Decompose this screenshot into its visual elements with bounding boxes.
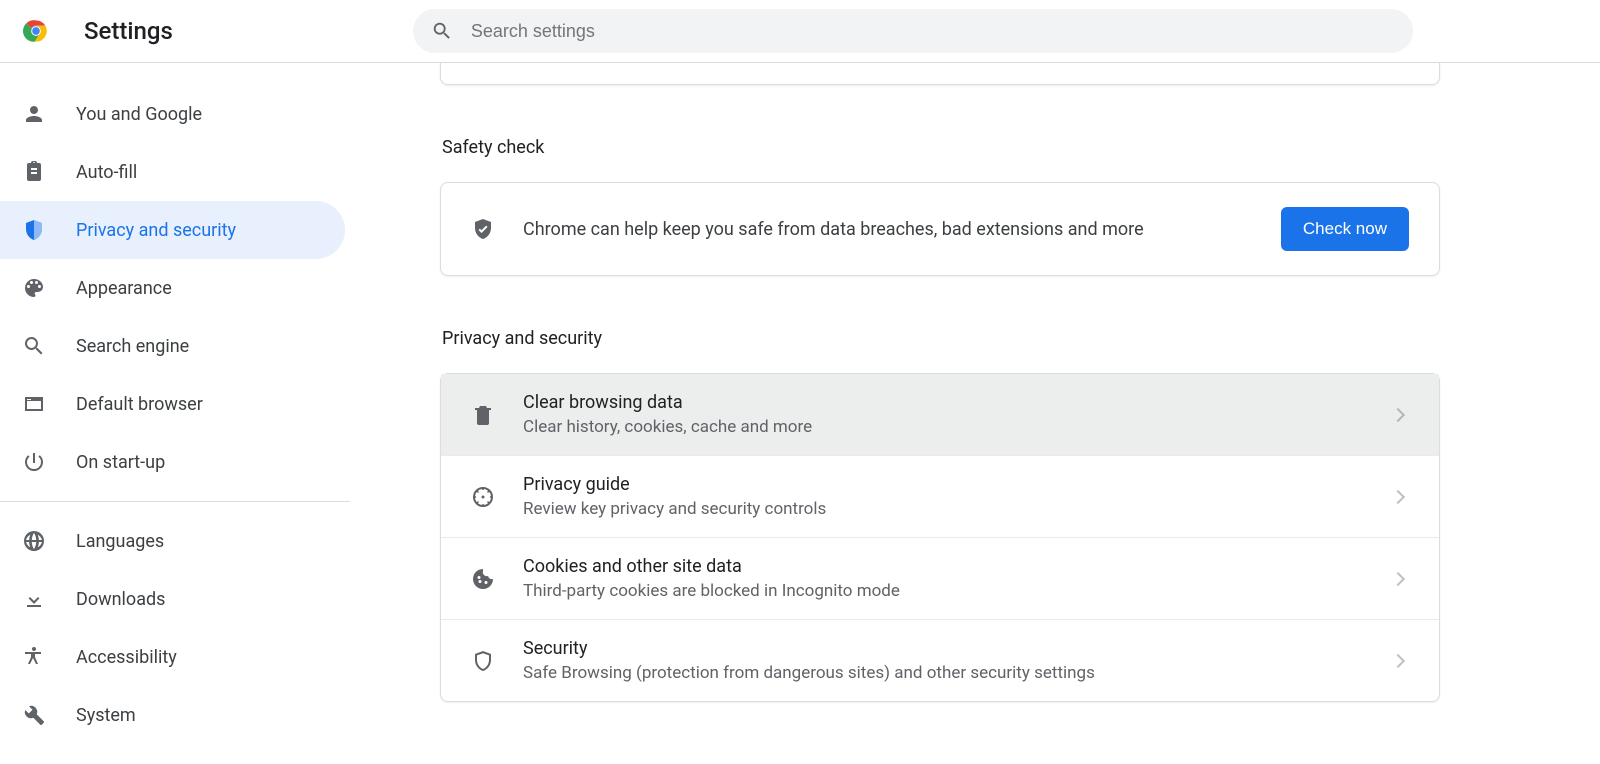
row-title: Privacy guide	[523, 474, 1393, 495]
row-privacy-guide[interactable]: Privacy guide Review key privacy and secu…	[441, 455, 1439, 537]
main-content: Safety check Chrome can help keep you sa…	[350, 63, 1600, 764]
wrench-icon	[22, 703, 46, 727]
section-title-privacy: Privacy and security	[442, 328, 1442, 349]
sidebar-item-label: Auto-fill	[76, 162, 137, 183]
sidebar-item-downloads[interactable]: Downloads	[0, 570, 345, 628]
safety-check-card: Chrome can help keep you safe from data …	[440, 182, 1440, 276]
row-subtitle: Safe Browsing (protection from dangerous…	[523, 663, 1393, 683]
section-title-safety: Safety check	[442, 137, 1442, 158]
cookie-icon	[471, 567, 495, 591]
sidebar-item-label: Privacy and security	[76, 220, 236, 241]
person-icon	[22, 102, 46, 126]
shield-check-icon	[471, 217, 495, 241]
sidebar: You and Google Auto-fill Privacy and secur…	[0, 63, 350, 764]
shield-outline-icon	[471, 649, 495, 673]
sidebar-item-label: Appearance	[76, 278, 172, 299]
row-subtitle: Review key privacy and security controls	[523, 499, 1393, 519]
sidebar-item-label: System	[76, 705, 136, 726]
row-title: Clear browsing data	[523, 392, 1393, 413]
row-title: Cookies and other site data	[523, 556, 1393, 577]
sidebar-divider	[0, 501, 350, 502]
chevron-right-icon	[1391, 571, 1405, 585]
sidebar-item-you-and-google[interactable]: You and Google	[0, 85, 345, 143]
row-subtitle: Third-party cookies are blocked in Incog…	[523, 581, 1393, 601]
search-settings[interactable]	[413, 9, 1413, 53]
sidebar-item-appearance[interactable]: Appearance	[0, 259, 345, 317]
sidebar-item-privacy-and-security[interactable]: Privacy and security	[0, 201, 345, 259]
sidebar-item-label: Default browser	[76, 394, 203, 415]
shield-icon	[22, 218, 46, 242]
page-title: Settings	[84, 17, 173, 45]
search-icon	[431, 20, 453, 42]
safety-check-text: Chrome can help keep you safe from data …	[523, 219, 1281, 240]
row-security[interactable]: Security Safe Browsing (protection from d…	[441, 619, 1439, 701]
chevron-right-icon	[1391, 489, 1405, 503]
sidebar-item-label: Search engine	[76, 336, 189, 357]
check-now-button[interactable]: Check now	[1281, 207, 1409, 251]
power-icon	[22, 450, 46, 474]
sidebar-item-default-browser[interactable]: Default browser	[0, 375, 345, 433]
download-icon	[22, 587, 46, 611]
previous-card-edge	[440, 63, 1440, 85]
accessibility-icon	[22, 645, 46, 669]
header: Settings	[0, 0, 1600, 63]
sidebar-item-system[interactable]: System	[0, 686, 345, 744]
row-title: Security	[523, 638, 1393, 659]
trash-icon	[471, 403, 495, 427]
compass-icon	[471, 485, 495, 509]
chevron-right-icon	[1391, 653, 1405, 667]
sidebar-item-search-engine[interactable]: Search engine	[0, 317, 345, 375]
search-icon	[22, 334, 46, 358]
row-subtitle: Clear history, cookies, cache and more	[523, 417, 1393, 437]
sidebar-item-label: You and Google	[76, 104, 202, 125]
chevron-right-icon	[1391, 407, 1405, 421]
sidebar-item-accessibility[interactable]: Accessibility	[0, 628, 345, 686]
search-input[interactable]	[471, 21, 1395, 42]
sidebar-item-on-startup[interactable]: On start-up	[0, 433, 345, 491]
globe-icon	[22, 529, 46, 553]
sidebar-item-label: Languages	[76, 531, 164, 552]
sidebar-item-label: Downloads	[76, 589, 165, 610]
sidebar-item-languages[interactable]: Languages	[0, 512, 345, 570]
row-clear-browsing-data[interactable]: Clear browsing data Clear history, cookie…	[441, 374, 1439, 455]
clipboard-icon	[22, 160, 46, 184]
privacy-card: Clear browsing data Clear history, cookie…	[440, 373, 1440, 702]
sidebar-item-label: On start-up	[76, 452, 165, 473]
palette-icon	[22, 276, 46, 300]
sidebar-item-auto-fill[interactable]: Auto-fill	[0, 143, 345, 201]
row-cookies[interactable]: Cookies and other site data Third-party c…	[441, 537, 1439, 619]
chrome-logo-icon	[20, 15, 52, 47]
window-icon	[22, 392, 46, 416]
sidebar-item-label: Accessibility	[76, 647, 177, 668]
